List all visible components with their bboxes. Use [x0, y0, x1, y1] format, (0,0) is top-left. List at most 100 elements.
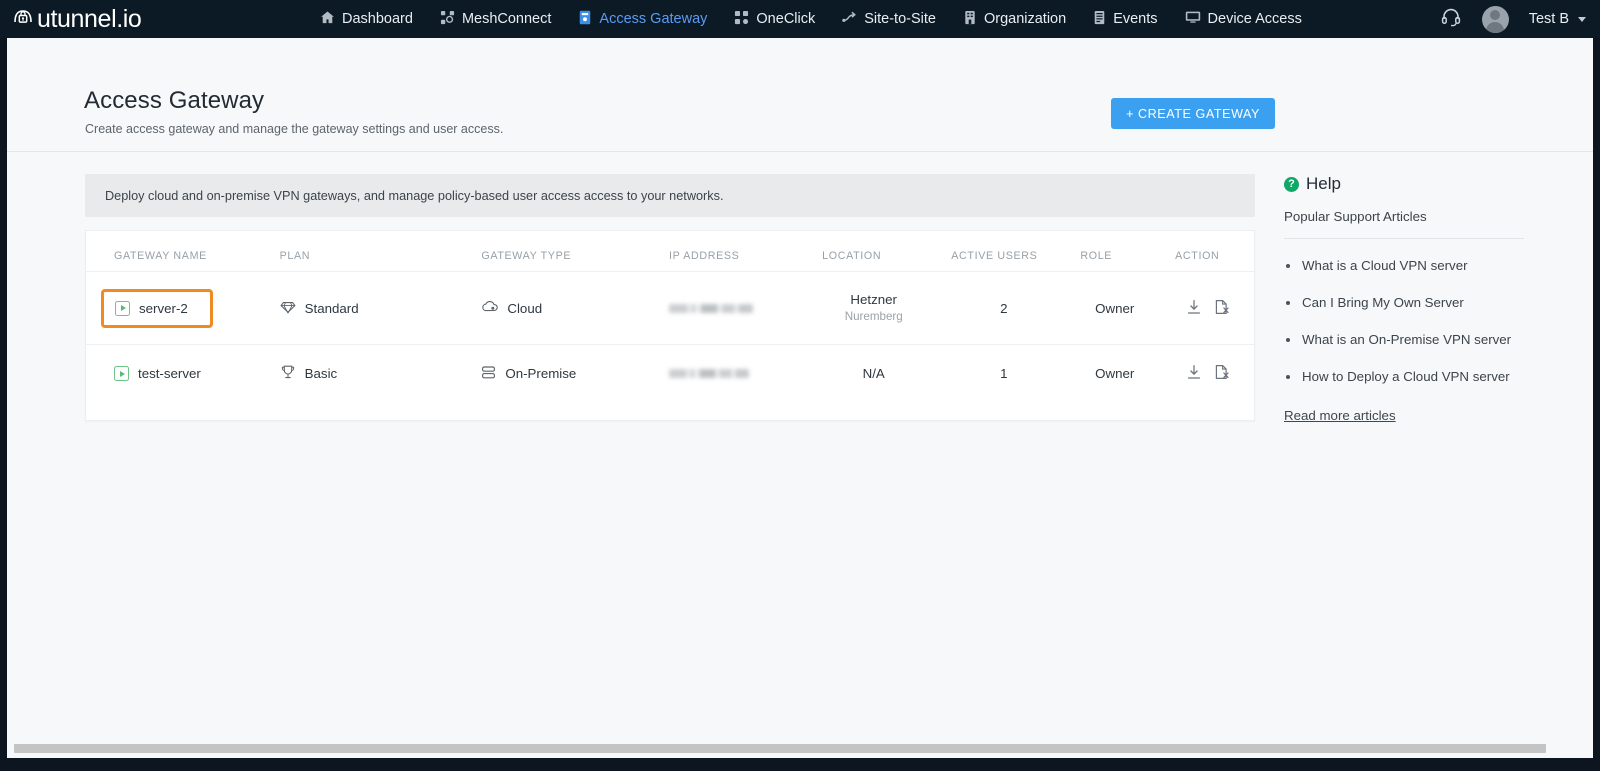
help-article-link[interactable]: What is an On-Premise VPN server	[1284, 331, 1524, 350]
home-icon	[320, 10, 335, 29]
gateway-type-label: On-Premise	[505, 366, 577, 382]
page-subtitle: Create access gateway and manage the gat…	[85, 122, 504, 136]
column-header-plan: PLAN	[279, 231, 482, 272]
cell-gateway-name[interactable]: test-server	[86, 345, 280, 403]
table-row[interactable]: server-2 Standard Cloud Hetzner Nurember…	[86, 271, 1254, 346]
nav-item-dashboard[interactable]: Dashboard	[320, 0, 413, 38]
location-name: Hetzner	[850, 292, 897, 307]
avatar[interactable]	[1481, 5, 1509, 33]
horizontal-scrollbar[interactable]	[14, 744, 1546, 753]
nav-items: Dashboard MeshConnect Access Gateway One…	[320, 0, 1302, 38]
table-header-row: GATEWAY NAME PLAN GATEWAY TYPE IP ADDRES…	[86, 231, 1254, 272]
gateway-type-label: Cloud	[507, 300, 543, 316]
help-subtitle: Popular Support Articles	[1284, 209, 1524, 239]
nav-label: Site-to-Site	[864, 11, 936, 27]
nav-item-device-access[interactable]: Device Access	[1185, 0, 1302, 38]
gateway-name-label: test-server	[138, 366, 201, 382]
cell-gateway-name[interactable]: server-2	[86, 271, 280, 346]
nav-item-organization[interactable]: Organization	[963, 0, 1066, 38]
nav-item-events[interactable]: Events	[1093, 0, 1158, 38]
column-header-active-users: ACTIVE USERS	[939, 231, 1069, 272]
cell-gateway-type: Cloud	[481, 271, 669, 346]
plan-label: Basic	[304, 366, 338, 382]
nav-item-meshconnect[interactable]: MeshConnect	[440, 0, 551, 38]
stacked-server-icon	[481, 365, 496, 383]
nav-item-oneclick[interactable]: OneClick	[734, 0, 815, 38]
diamond-icon	[280, 299, 296, 318]
cell-role: Owner	[1068, 271, 1162, 346]
download-icon[interactable]	[1186, 299, 1202, 318]
page-header: Access Gateway Create access gateway and…	[7, 38, 1593, 152]
cell-gateway-type: On-Premise	[481, 345, 669, 403]
cell-active-users: 2	[939, 271, 1069, 346]
column-header-gateway-type: GATEWAY TYPE	[481, 231, 669, 272]
read-more-articles-link[interactable]: Read more articles	[1284, 408, 1396, 423]
oneclick-icon	[734, 10, 749, 29]
top-navigation-bar: utunnel.io Dashboard MeshConnect Access …	[0, 0, 1600, 48]
nav-label: Access Gateway	[599, 11, 708, 27]
question-circle-icon: ?	[1284, 176, 1299, 192]
help-title-row: ? Help	[1284, 174, 1524, 194]
brand-logo[interactable]: utunnel.io	[10, 3, 142, 36]
nav-item-access-gateway[interactable]: Access Gateway	[578, 0, 707, 38]
info-banner-text: Deploy cloud and on-premise VPN gateways…	[105, 188, 724, 203]
cell-ip-address	[668, 271, 809, 346]
help-title: Help	[1306, 174, 1341, 193]
column-header-ip-address: IP ADDRESS	[668, 231, 809, 272]
revoke-config-icon[interactable]	[1214, 299, 1230, 318]
mesh-icon	[440, 10, 455, 29]
help-article-link[interactable]: How to Deploy a Cloud VPN server	[1284, 368, 1524, 387]
nav-label: Events	[1113, 11, 1158, 27]
table-row[interactable]: test-server Basic On-Premise N/A 1 Owner	[86, 345, 1254, 403]
plan-label: Standard	[304, 300, 359, 316]
chevron-down-icon[interactable]	[1578, 16, 1586, 22]
column-header-action: ACTION	[1161, 231, 1254, 272]
cloud-icon	[481, 300, 499, 317]
gateway-table-card: GATEWAY NAME PLAN GATEWAY TYPE IP ADDRES…	[85, 230, 1255, 422]
cell-active-users: 1	[1000, 366, 1008, 382]
tunnel-lock-icon	[10, 3, 36, 36]
server-running-icon	[115, 300, 130, 316]
cell-location: N/A	[808, 345, 939, 403]
page-title: Access Gateway	[84, 87, 265, 114]
download-icon[interactable]	[1186, 364, 1202, 383]
revoke-config-icon[interactable]	[1214, 364, 1230, 383]
events-icon	[1093, 10, 1106, 29]
main-column: Deploy cloud and on-premise VPN gateways…	[85, 174, 1255, 422]
ip-address-redacted	[668, 369, 749, 379]
location-region: Nuremberg	[844, 309, 903, 323]
trophy-icon	[280, 364, 296, 383]
content-area: Deploy cloud and on-premise VPN gateways…	[7, 152, 1593, 423]
nav-label: Organization	[983, 11, 1067, 27]
help-sidebar: ? Help Popular Support Articles What is …	[1284, 174, 1524, 425]
gateway-table: GATEWAY NAME PLAN GATEWAY TYPE IP ADDRES…	[86, 231, 1254, 402]
column-header-location: LOCATION	[808, 231, 940, 272]
help-article-link[interactable]: What is a Cloud VPN server	[1284, 257, 1524, 276]
ip-address-redacted	[668, 303, 753, 313]
nav-label: MeshConnect	[461, 11, 552, 27]
info-banner: Deploy cloud and on-premise VPN gateways…	[85, 174, 1255, 217]
location-name: N/A	[862, 365, 885, 381]
cell-plan: Standard	[279, 271, 482, 346]
headset-icon[interactable]	[1440, 6, 1462, 33]
server-running-icon	[114, 366, 129, 382]
cell-plan: Basic	[280, 345, 482, 403]
site-to-site-icon	[842, 10, 857, 29]
cell-location: Hetzner Nuremberg	[808, 271, 940, 346]
column-header-role: ROLE	[1068, 231, 1162, 272]
cell-role: Owner	[1095, 366, 1135, 382]
gateway-icon	[578, 10, 592, 29]
cell-action	[1161, 345, 1254, 403]
cell-action	[1161, 271, 1254, 346]
column-header-gateway-name: GATEWAY NAME	[86, 231, 280, 272]
gateway-name-label: server-2	[139, 300, 188, 316]
user-name[interactable]: Test B	[1529, 11, 1569, 27]
page-content: Access Gateway Create access gateway and…	[7, 38, 1593, 758]
create-gateway-button[interactable]: + CREATE GATEWAY	[1111, 98, 1275, 129]
browser-frame: utunnel.io Dashboard MeshConnect Access …	[0, 0, 1600, 771]
nav-item-site-to-site[interactable]: Site-to-Site	[842, 0, 936, 38]
help-article-list: What is a Cloud VPN server Can I Bring M…	[1284, 257, 1524, 387]
brand-name: utunnel.io	[37, 4, 142, 33]
help-article-link[interactable]: Can I Bring My Own Server	[1284, 294, 1524, 313]
highlight-box-server-2[interactable]: server-2	[101, 288, 213, 328]
